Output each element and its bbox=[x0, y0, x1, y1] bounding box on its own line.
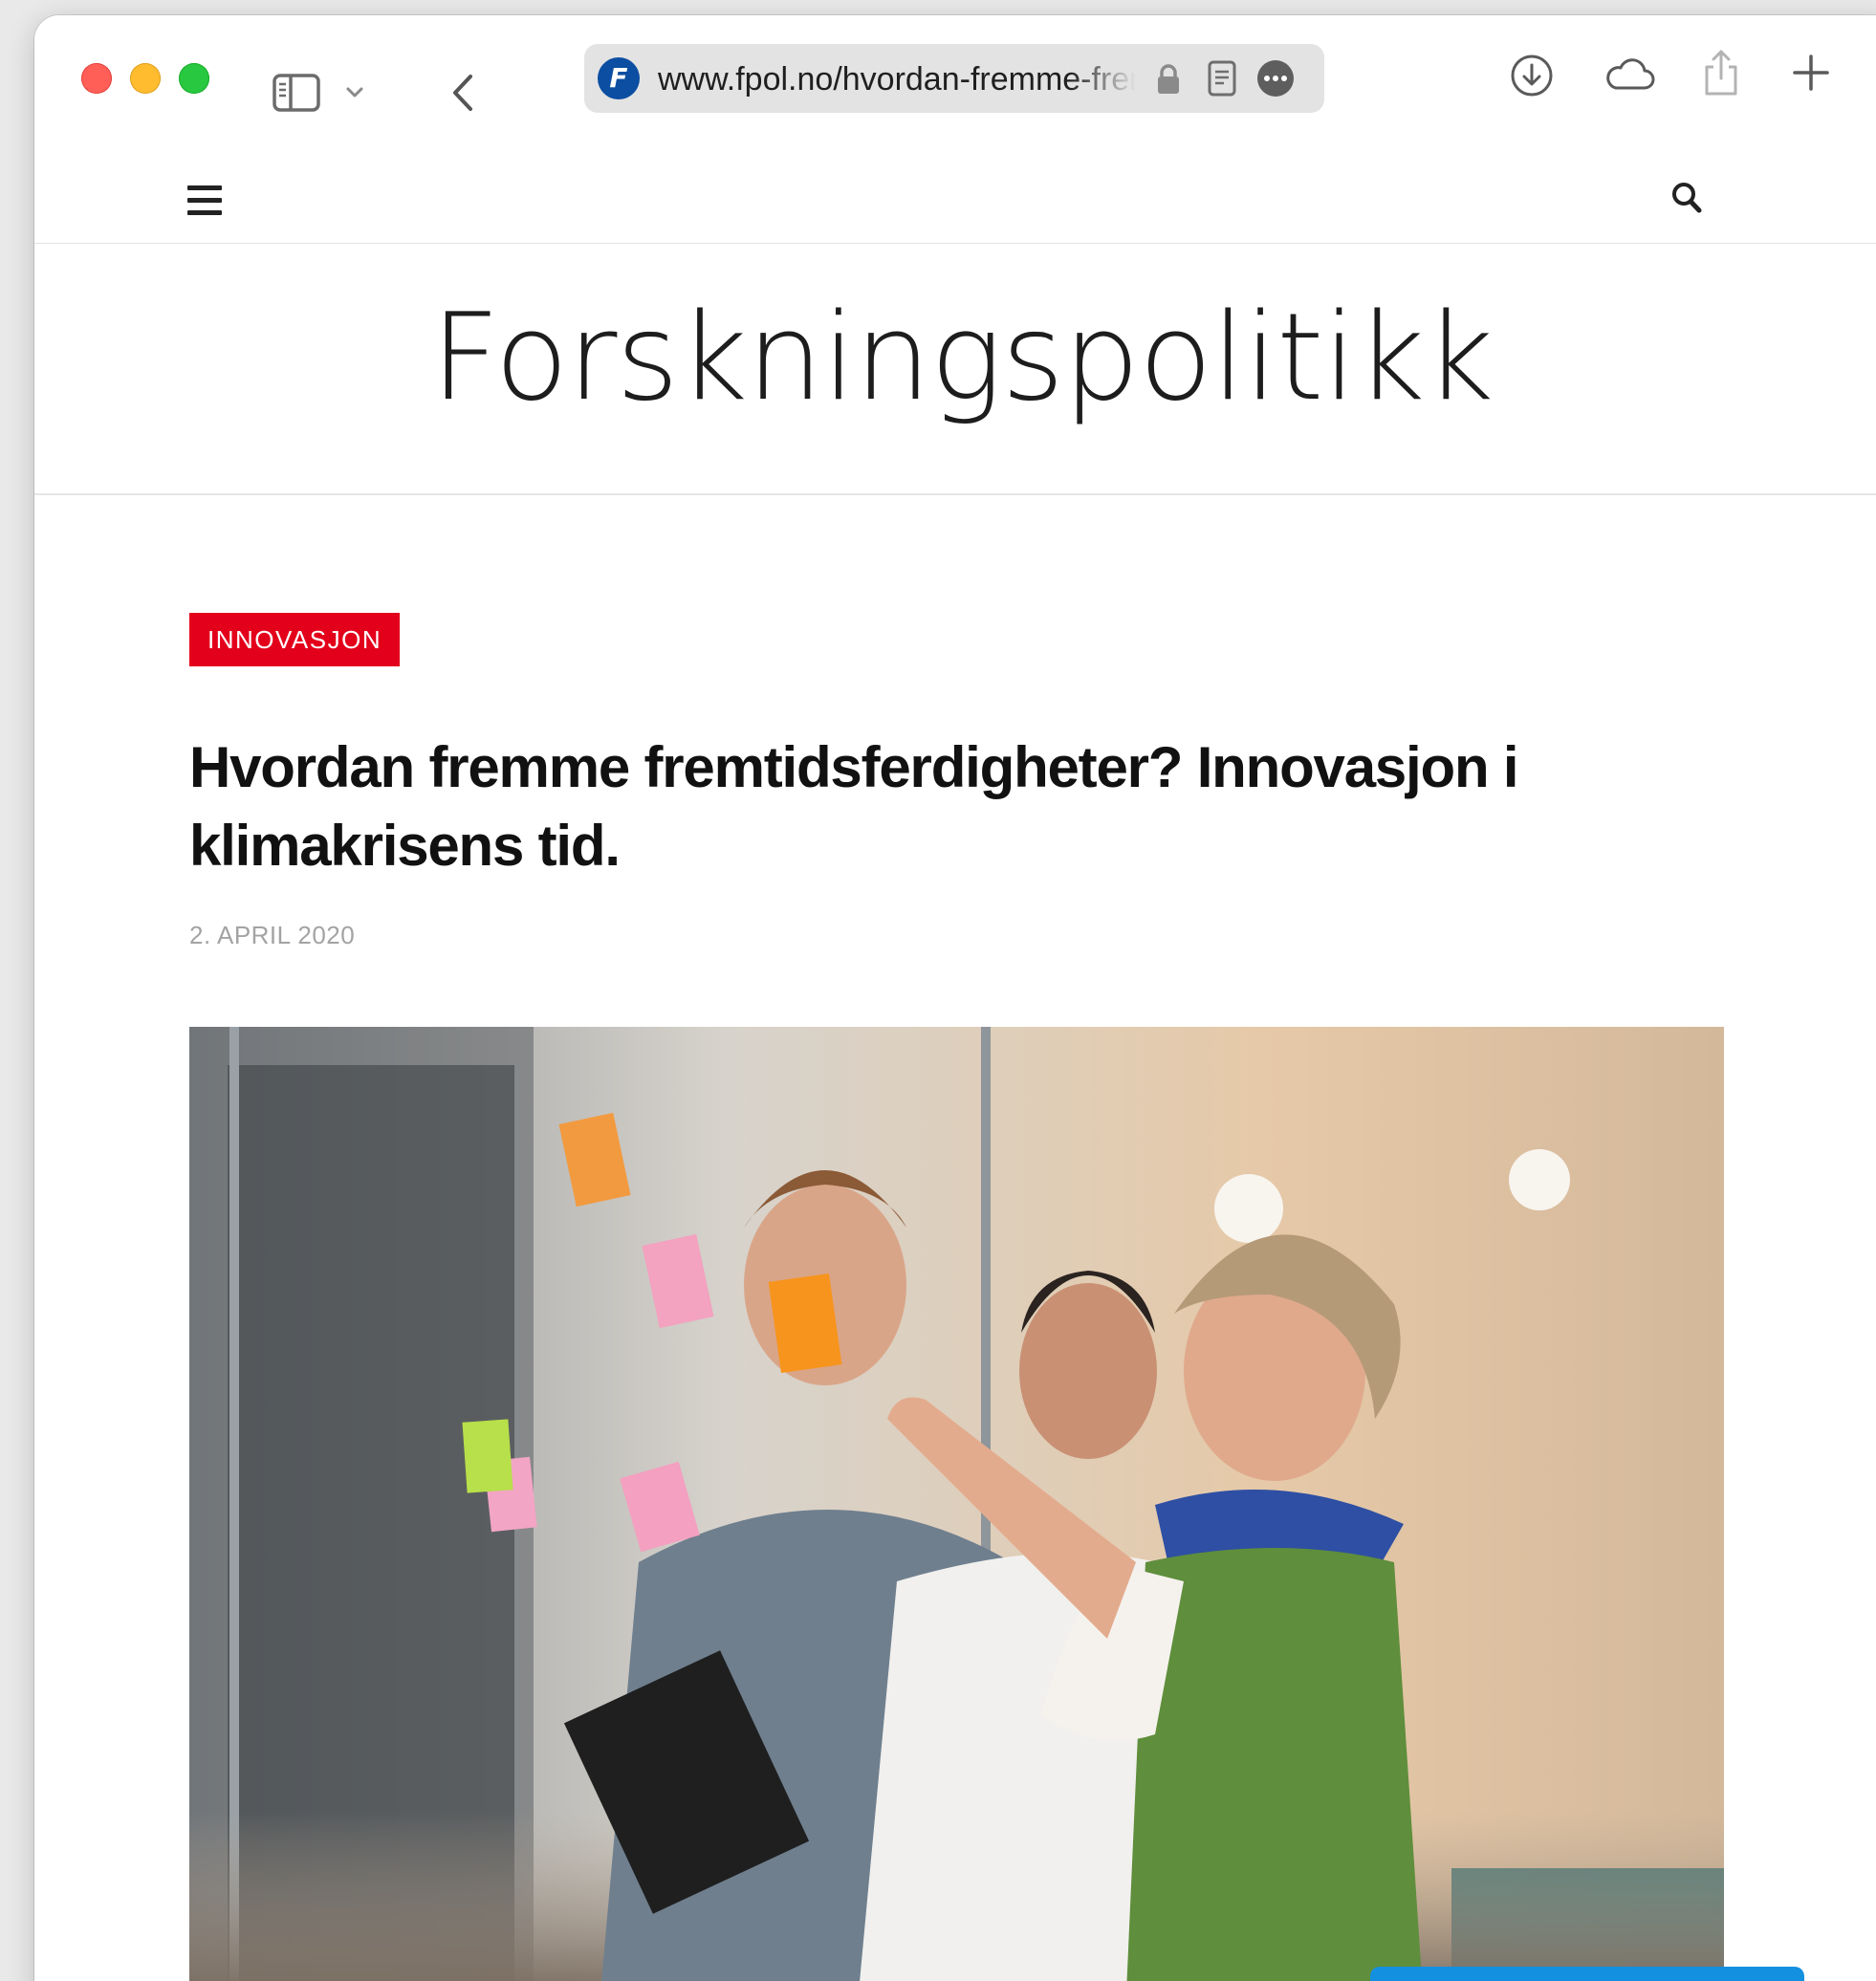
browser-toolbar: F www.fpol.no/hvordan-fremme-fremtidsfer… bbox=[34, 15, 1876, 134]
logo-band: Forskningspolitikk bbox=[34, 245, 1876, 495]
minimize-window-button[interactable] bbox=[130, 63, 161, 94]
browser-window: F www.fpol.no/hvordan-fremme-fremtidsfer… bbox=[34, 15, 1876, 1981]
lock-icon bbox=[1156, 63, 1181, 96]
hamburger-icon[interactable] bbox=[187, 185, 222, 216]
share-icon[interactable] bbox=[1701, 48, 1741, 98]
back-arrow-icon[interactable] bbox=[447, 71, 480, 115]
category-tag[interactable]: INNOVASJON bbox=[189, 613, 401, 666]
article-title: Hvordan fremme fremtidsferdigheter? Inno… bbox=[189, 735, 1519, 878]
plus-icon[interactable] bbox=[1792, 54, 1830, 92]
url-text[interactable]: www.fpol.no/hvordan-fremme-fremtidsferdi… bbox=[658, 61, 1136, 99]
chevron-down-icon[interactable] bbox=[342, 80, 367, 105]
sidebar-icon[interactable] bbox=[272, 73, 321, 113]
reader-icon[interactable] bbox=[1207, 59, 1237, 98]
search-icon[interactable] bbox=[1671, 182, 1702, 214]
site-favicon-icon: F bbox=[598, 57, 640, 99]
article-date: 2. APRIL 2020 bbox=[189, 921, 356, 949]
close-window-button[interactable] bbox=[81, 63, 112, 94]
cookie-settings-button[interactable]: Innstillinger for informasjonskapsler bbox=[1370, 1967, 1804, 1981]
zoom-window-button[interactable] bbox=[179, 63, 209, 94]
more-icon[interactable] bbox=[1256, 59, 1295, 98]
article-hero-image bbox=[189, 1027, 1724, 1981]
site-nav-bar bbox=[34, 134, 1876, 244]
address-bar[interactable]: F www.fpol.no/hvordan-fremme-fremtidsfer… bbox=[584, 44, 1324, 113]
download-icon[interactable] bbox=[1510, 54, 1554, 98]
cloud-icon[interactable] bbox=[1603, 55, 1656, 94]
site-logo[interactable]: Forskningspolitikk bbox=[34, 286, 1876, 429]
